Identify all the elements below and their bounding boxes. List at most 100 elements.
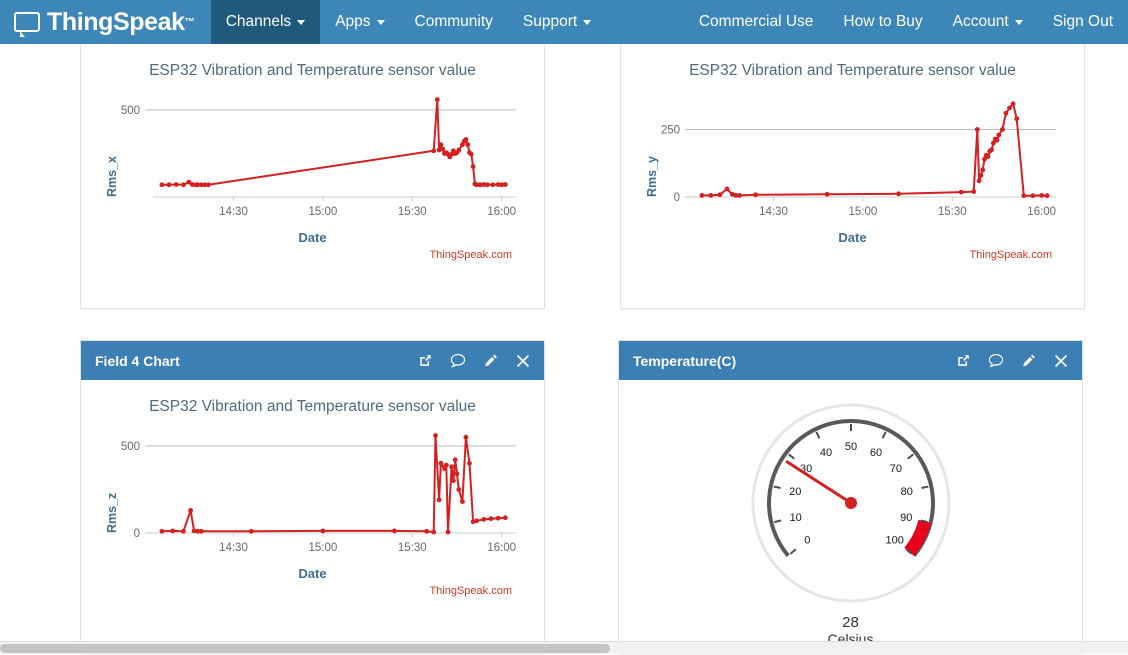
scrollbar-thumb[interactable] (0, 644, 610, 653)
nav-item-account[interactable]: Account (938, 0, 1038, 44)
x-axis-label: Date (91, 230, 534, 245)
svg-text:80: 80 (900, 486, 912, 498)
pencil-icon[interactable] (483, 353, 499, 368)
thingspeak-credit: ThingSpeak.com (91, 249, 534, 261)
speech-bubble-icon (14, 12, 40, 32)
panel-tools (956, 353, 1068, 368)
chevron-down-icon (1015, 20, 1023, 25)
thingspeak-credit: ThingSpeak.com (631, 249, 1074, 261)
nav-item-apps[interactable]: Apps (320, 0, 399, 44)
svg-text:15:00: 15:00 (848, 206, 877, 218)
temperature-gauge: 0102030405060708090100 (736, 398, 966, 613)
nav-item-label: Community (415, 13, 493, 31)
svg-text:0: 0 (134, 528, 140, 540)
nav-item-label: Account (953, 13, 1009, 31)
nav-item-community[interactable]: Community (400, 0, 508, 44)
panel-tools (418, 353, 530, 368)
line-chart-rms-y: 0 250 14:30 15:00 15:30 16:00 (631, 79, 1074, 229)
svg-text:15:30: 15:30 (398, 206, 427, 218)
panel-body: ESP32 Vibration and Temperature sensor v… (621, 44, 1084, 269)
chart-title: ESP32 Vibration and Temperature sensor v… (91, 384, 534, 415)
svg-text:16:00: 16:00 (487, 206, 516, 218)
chart-title: ESP32 Vibration and Temperature sensor v… (91, 48, 534, 79)
thingspeak-logo[interactable]: ThingSpeak™ (0, 0, 211, 44)
svg-text:100: 100 (885, 535, 903, 547)
panel-title: Field 4 Chart (95, 353, 180, 369)
chart-panel-rms-y: ESP32 Vibration and Temperature sensor v… (620, 44, 1085, 309)
horizontal-scrollbar[interactable] (0, 641, 1128, 654)
external-link-icon[interactable] (418, 353, 433, 368)
chart-title: ESP32 Vibration and Temperature sensor v… (631, 48, 1074, 79)
panel-body: 0102030405060708090100 28 Celsius (619, 380, 1082, 655)
x-axis-label: Date (91, 566, 534, 581)
nav-item-label: Commercial Use (699, 13, 814, 31)
svg-text:60: 60 (869, 447, 881, 459)
close-icon[interactable] (1054, 354, 1068, 368)
external-link-icon[interactable] (956, 353, 971, 368)
nav-item-channels[interactable]: Channels (211, 0, 321, 44)
svg-text:15:00: 15:00 (308, 206, 337, 218)
dashboard-grid: ESP32 Vibration and Temperature sensor v… (0, 44, 1128, 654)
chart-panel-field-4: Field 4 Chart ESP32 Vibration and Temper… (80, 340, 545, 654)
nav-item-label: Channels (226, 13, 292, 31)
brand-text: ThingSpeak (47, 10, 185, 35)
chart-area-rms-z: Rms_z 0 500 14:30 15:00 15:30 16:00 Date Thin… (91, 415, 534, 597)
gauge-value: 28 (629, 614, 1072, 631)
svg-text:90: 90 (900, 512, 912, 524)
svg-text:16:00: 16:00 (1027, 206, 1056, 218)
pencil-icon[interactable] (1021, 353, 1037, 368)
chart-area-rms-y: Rms_y 0 250 14:30 15:00 15:30 16:00 Date Thin… (631, 79, 1074, 261)
line-chart-rms-x: 500 14:30 15:00 15:30 16:00 (91, 79, 534, 229)
chevron-down-icon (297, 20, 305, 25)
x-axis-label: Date (631, 230, 1074, 245)
nav-item-support[interactable]: Support (508, 0, 606, 44)
nav-item-label: Apps (335, 13, 370, 31)
line-chart-rms-z: 0 500 14:30 15:00 15:30 16:00 (91, 415, 534, 565)
nav-item-label: Sign Out (1053, 13, 1113, 31)
brand-trademark: ™ (185, 17, 195, 28)
y-axis-label: Rms_y (645, 156, 659, 197)
svg-text:15:30: 15:30 (938, 206, 967, 218)
nav-right-group: Commercial Use How to Buy Account Sign O… (684, 0, 1128, 44)
panel-body: ESP32 Vibration and Temperature sensor v… (81, 44, 544, 269)
svg-text:0: 0 (674, 192, 680, 204)
svg-text:14:30: 14:30 (219, 542, 248, 554)
nav-item-how-to-buy[interactable]: How to Buy (828, 0, 937, 44)
svg-text:250: 250 (661, 125, 680, 137)
panel-title: Temperature(C) (633, 353, 736, 369)
nav-item-label: How to Buy (843, 13, 922, 31)
svg-text:14:30: 14:30 (759, 206, 788, 218)
svg-text:500: 500 (121, 105, 140, 117)
nav-item-commercial-use[interactable]: Commercial Use (684, 0, 829, 44)
comment-icon[interactable] (450, 353, 466, 368)
svg-text:15:00: 15:00 (308, 542, 337, 554)
top-navbar: ThingSpeak™ Channels Apps Community Supp… (0, 0, 1128, 44)
nav-item-label: Support (523, 13, 577, 31)
panel-header: Temperature(C) (619, 341, 1082, 380)
panel-body: ESP32 Vibration and Temperature sensor v… (81, 380, 544, 605)
gauge-widget: 0102030405060708090100 28 Celsius (629, 384, 1072, 647)
y-axis-label: Rms_z (105, 493, 119, 533)
panel-header: Field 4 Chart (81, 341, 544, 380)
svg-text:14:30: 14:30 (219, 206, 248, 218)
thingspeak-credit: ThingSpeak.com (91, 585, 534, 597)
svg-text:50: 50 (844, 441, 856, 453)
close-icon[interactable] (516, 354, 530, 368)
svg-text:20: 20 (789, 486, 801, 498)
chevron-down-icon (377, 20, 385, 25)
chart-panel-rms-x: ESP32 Vibration and Temperature sensor v… (80, 44, 545, 309)
nav-item-sign-out[interactable]: Sign Out (1038, 0, 1128, 44)
svg-text:70: 70 (889, 463, 901, 475)
svg-text:16:00: 16:00 (487, 542, 516, 554)
svg-text:0: 0 (804, 535, 810, 547)
svg-text:40: 40 (819, 447, 831, 459)
svg-text:10: 10 (789, 512, 801, 524)
y-axis-label: Rms_x (105, 156, 119, 197)
svg-text:500: 500 (121, 441, 140, 453)
svg-text:15:30: 15:30 (398, 542, 427, 554)
nav-left-group: Channels Apps Community Support (211, 0, 607, 44)
chevron-down-icon (583, 20, 591, 25)
chart-area-rms-x: Rms_x 500 14:30 15:00 15:30 16:00 Date Thing… (91, 79, 534, 261)
comment-icon[interactable] (988, 353, 1004, 368)
gauge-panel-temperature: Temperature(C) 0102030405060708090100 (618, 340, 1083, 654)
